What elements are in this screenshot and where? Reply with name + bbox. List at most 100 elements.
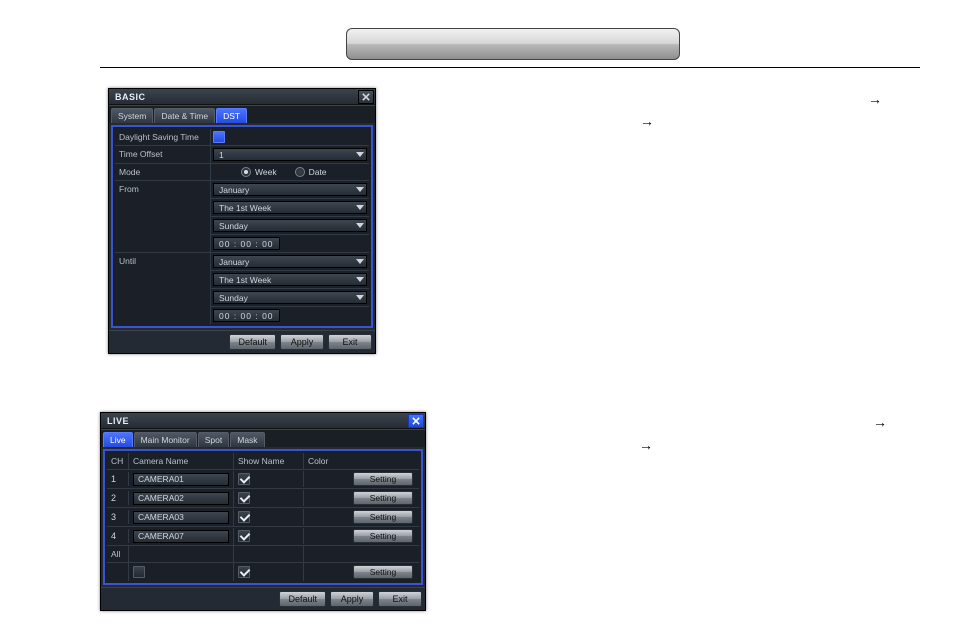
show-name-checkbox[interactable]	[238, 473, 250, 485]
header-button	[346, 28, 680, 60]
col-ch: CH	[107, 453, 129, 469]
live-button-row: Default Apply Exit	[101, 587, 425, 610]
close-icon	[412, 417, 420, 425]
all-label-row: All	[107, 546, 419, 563]
col-camera-name: Camera Name	[129, 453, 234, 469]
close-button[interactable]	[408, 414, 424, 428]
chevron-down-icon	[356, 205, 364, 210]
exit-button[interactable]: Exit	[328, 334, 372, 350]
table-row: 1 CAMERA01 Setting	[107, 470, 419, 489]
live-body: CH Camera Name Show Name Color 1 CAMERA0…	[103, 449, 423, 585]
live-titlebar: LIVE	[101, 413, 425, 429]
from-month-select[interactable]: January	[213, 183, 367, 196]
apply-button[interactable]: Apply	[280, 334, 324, 350]
live-table: CH Camera Name Show Name Color 1 CAMERA0…	[107, 453, 419, 581]
camera-name-input[interactable]: CAMERA02	[133, 492, 229, 505]
col-show-name: Show Name	[234, 453, 304, 469]
default-button[interactable]: Default	[229, 334, 276, 350]
show-name-checkbox[interactable]	[238, 511, 250, 523]
table-row: 4 CAMERA07 Setting	[107, 527, 419, 546]
apply-button[interactable]: Apply	[330, 591, 374, 607]
all-row: Setting	[107, 563, 419, 581]
camera-name-input[interactable]: CAMERA01	[133, 473, 229, 486]
basic-button-row: Default Apply Exit	[109, 330, 375, 353]
chevron-down-icon	[356, 277, 364, 282]
from-day-value: Sunday	[219, 221, 248, 231]
basic-body: Daylight Saving Time Time Offset 1 Mode …	[111, 125, 373, 328]
mode-radio-group: Week Date	[241, 167, 327, 177]
all-show-checkbox[interactable]	[238, 566, 250, 578]
until-week-select[interactable]: The 1st Week	[213, 273, 367, 286]
basic-dialog: BASIC System Date & Time DST Daylight Sa…	[108, 88, 376, 354]
table-header: CH Camera Name Show Name Color	[107, 453, 419, 470]
chevron-down-icon	[356, 259, 364, 264]
time-offset-label: Time Offset	[115, 146, 211, 163]
arrow-icon: →	[640, 113, 654, 129]
color-setting-button[interactable]: Setting	[353, 491, 413, 505]
arrow-icon: →	[639, 437, 653, 453]
time-offset-select[interactable]: 1	[213, 148, 367, 161]
color-setting-button[interactable]: Setting	[353, 510, 413, 524]
ch-number: 2	[111, 493, 116, 503]
until-day-value: Sunday	[219, 293, 248, 303]
default-button[interactable]: Default	[279, 591, 326, 607]
live-tabs: Live Main Monitor Spot Mask	[101, 429, 425, 447]
chevron-down-icon	[356, 152, 364, 157]
tab-live[interactable]: Live	[103, 432, 133, 447]
table-row: 3 CAMERA03 Setting	[107, 508, 419, 527]
tab-spot[interactable]: Spot	[198, 432, 230, 447]
color-setting-button[interactable]: Setting	[353, 529, 413, 543]
until-month-value: January	[219, 257, 249, 267]
basic-title: BASIC	[115, 92, 146, 102]
mode-date-label: Date	[309, 167, 327, 177]
basic-tabs: System Date & Time DST	[109, 105, 375, 123]
camera-name-input[interactable]: CAMERA03	[133, 511, 229, 524]
ch-number: 3	[111, 512, 116, 522]
chevron-down-icon	[356, 223, 364, 228]
dst-label: Daylight Saving Time	[115, 129, 211, 145]
header-rule	[100, 67, 920, 68]
show-name-checkbox[interactable]	[238, 530, 250, 542]
table-row: 2 CAMERA02 Setting	[107, 489, 419, 508]
from-time-input[interactable]: 00 : 00 : 00	[213, 237, 280, 250]
live-title: LIVE	[107, 416, 129, 426]
until-week-value: The 1st Week	[219, 275, 271, 285]
mode-week-radio[interactable]	[241, 167, 251, 177]
mode-label: Mode	[115, 164, 211, 180]
show-name-checkbox[interactable]	[238, 492, 250, 504]
from-label: From	[115, 181, 211, 252]
camera-name-input[interactable]: CAMERA07	[133, 530, 229, 543]
chevron-down-icon	[356, 187, 364, 192]
close-icon	[362, 93, 370, 101]
until-label: Until	[115, 253, 211, 324]
all-label: All	[107, 546, 129, 562]
color-setting-button[interactable]: Setting	[353, 472, 413, 486]
time-offset-value: 1	[219, 150, 224, 160]
live-dialog: LIVE Live Main Monitor Spot Mask CH Came…	[100, 412, 426, 611]
all-setting-button[interactable]: Setting	[353, 565, 413, 579]
until-time-input[interactable]: 00 : 00 : 00	[213, 309, 280, 322]
tab-dst[interactable]: DST	[216, 108, 247, 123]
tab-main-monitor[interactable]: Main Monitor	[134, 432, 197, 447]
mode-week-label: Week	[255, 167, 277, 177]
tab-mask[interactable]: Mask	[230, 432, 264, 447]
from-month-value: January	[219, 185, 249, 195]
until-day-select[interactable]: Sunday	[213, 291, 367, 304]
from-day-select[interactable]: Sunday	[213, 219, 367, 232]
tab-date-time[interactable]: Date & Time	[154, 108, 215, 123]
arrow-icon: →	[873, 414, 887, 430]
mode-date-radio[interactable]	[295, 167, 305, 177]
ch-number: 1	[111, 474, 116, 484]
tab-system[interactable]: System	[111, 108, 153, 123]
from-week-select[interactable]: The 1st Week	[213, 201, 367, 214]
from-week-value: The 1st Week	[219, 203, 271, 213]
dst-checkbox[interactable]	[213, 131, 225, 143]
basic-titlebar: BASIC	[109, 89, 375, 105]
arrow-icon: →	[868, 91, 882, 107]
all-name-checkbox[interactable]	[133, 566, 145, 578]
close-button[interactable]	[358, 90, 374, 104]
until-month-select[interactable]: January	[213, 255, 367, 268]
exit-button[interactable]: Exit	[378, 591, 422, 607]
col-color: Color	[304, 453, 419, 469]
ch-number: 4	[111, 531, 116, 541]
